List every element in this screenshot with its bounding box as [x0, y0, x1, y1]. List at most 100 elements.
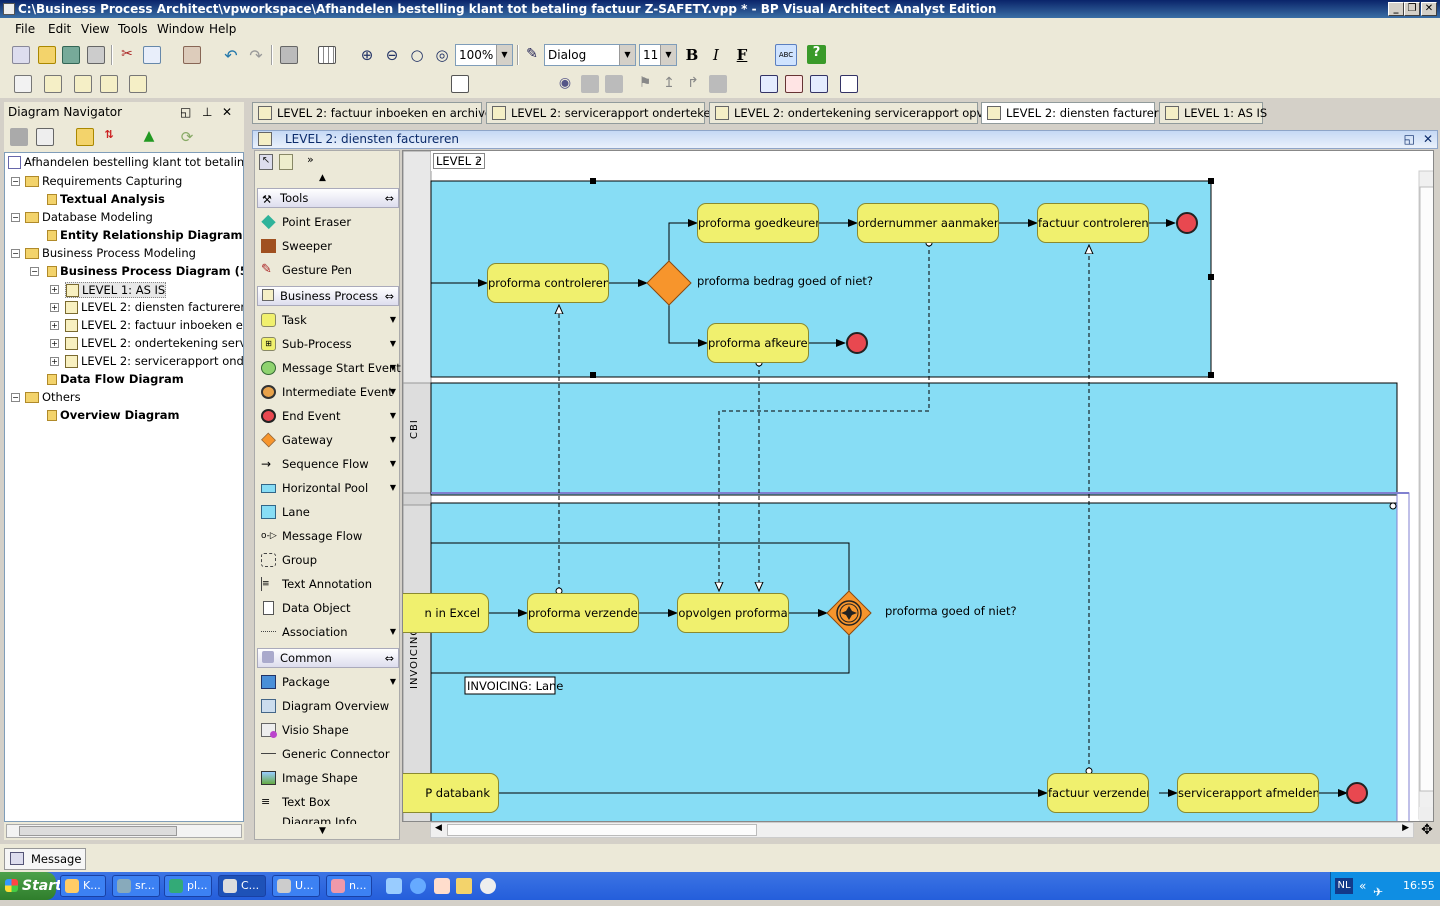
- font-select[interactable]: Dialog ▼: [544, 44, 636, 66]
- tab-servicerapport-ondertekenen[interactable]: LEVEL 2: servicerapport ondertekenen: [486, 102, 732, 124]
- task-databank[interactable]: P databank: [403, 773, 499, 813]
- palette-sequence-flow[interactable]: → Sequence Flow ▼: [255, 452, 399, 476]
- task-factuur-verzenden[interactable]: factuur verzenden: [1047, 773, 1149, 813]
- task-proforma-afkeuren[interactable]: proforma afkeuren: [707, 323, 809, 363]
- start-button[interactable]: Start: [0, 872, 62, 900]
- tree-item[interactable]: Data Flow Diagram: [47, 372, 184, 386]
- zoom-select[interactable]: 100% ▼: [455, 44, 513, 66]
- palette-task[interactable]: Task ▼: [255, 308, 399, 332]
- palette-package[interactable]: Package ▼: [255, 670, 399, 694]
- task-servicerapport-afmelden[interactable]: servicerapport afmelden: [1177, 773, 1319, 813]
- sort-icon[interactable]: ⇅: [100, 128, 118, 146]
- pin-icon[interactable]: ⊥: [202, 102, 212, 122]
- palette-sweeper[interactable]: Sweeper: [255, 234, 399, 258]
- print-icon[interactable]: [87, 46, 105, 64]
- undo-icon[interactable]: ↶: [222, 46, 240, 65]
- palette-lane[interactable]: Lane: [255, 500, 399, 524]
- palette-visio-shape[interactable]: Visio Shape: [255, 718, 399, 742]
- close-diagram-icon[interactable]: ✕: [1423, 131, 1433, 148]
- navigator-hscrollbar[interactable]: [6, 824, 242, 838]
- diagram-icon[interactable]: [44, 75, 62, 93]
- search-icon[interactable]: ⌕: [476, 156, 481, 166]
- italic-button[interactable]: I: [707, 46, 725, 64]
- task-factuur-controleren[interactable]: factuur controleren: [1037, 203, 1149, 243]
- task-proforma-goedkeuren[interactable]: proforma goedkeuren: [697, 203, 819, 243]
- task-proforma-verzenden[interactable]: proforma verzenden: [527, 593, 639, 633]
- menu-help[interactable]: Help: [209, 22, 236, 36]
- tree-item[interactable]: LEVEL 2: diensten factureren: [65, 300, 243, 314]
- tree-item[interactable]: Database Modeling: [25, 210, 153, 224]
- copy-icon[interactable]: [143, 46, 161, 64]
- minimize-button[interactable]: _: [1388, 2, 1404, 16]
- palette-diagram-info[interactable]: Diagram Info: [255, 814, 399, 824]
- tree-item[interactable]: Business Process Modeling: [25, 246, 196, 260]
- restore-icon[interactable]: ◱: [1404, 131, 1415, 148]
- scroll-down-icon[interactable]: ▼: [319, 826, 326, 836]
- layout-icon[interactable]: [451, 75, 469, 93]
- help-button[interactable]: ?: [807, 45, 826, 64]
- format-painter-icon[interactable]: ✎: [523, 46, 541, 64]
- taskbar-item[interactable]: U...: [272, 875, 320, 897]
- diagram-canvas[interactable]: LEVEL 2 ⌕ CBI INVOICING proforma goedkeu…: [402, 150, 1434, 822]
- palette-text-annotation[interactable]: ≡ Text Annotation: [255, 572, 399, 596]
- task-opvolgen-proforma[interactable]: opvolgen proforma: [677, 593, 789, 633]
- message-tab[interactable]: Message: [4, 848, 86, 870]
- palette-point-eraser[interactable]: Point Eraser: [255, 210, 399, 234]
- report-icon[interactable]: [14, 75, 32, 93]
- taskbar-item[interactable]: pl...: [164, 875, 212, 897]
- task-proforma-controleren[interactable]: proforma controleren: [487, 263, 609, 303]
- palette-group[interactable]: Group: [255, 548, 399, 572]
- export-icon[interactable]: [810, 75, 828, 93]
- close-button[interactable]: ✕: [1421, 2, 1437, 16]
- language-indicator[interactable]: NL: [1335, 878, 1353, 894]
- taskbar-item-active[interactable]: C...: [218, 875, 266, 897]
- palette-message-flow[interactable]: o-▷ Message Flow: [255, 524, 399, 548]
- palette-image-shape[interactable]: Image Shape: [255, 766, 399, 790]
- menu-view[interactable]: View: [81, 22, 109, 36]
- palette-data-object[interactable]: Data Object: [255, 596, 399, 620]
- palette-message-start-event[interactable]: Message Start Event ▼: [255, 356, 401, 380]
- tab-diensten-factureren[interactable]: LEVEL 2: diensten factureren: [981, 102, 1173, 124]
- taskbar-item[interactable]: n...: [326, 875, 372, 897]
- palette-gateway[interactable]: Gateway ▼: [255, 428, 399, 452]
- move-icon[interactable]: ✥: [1418, 822, 1436, 838]
- diagram3-icon[interactable]: [100, 75, 118, 93]
- menu-tools[interactable]: Tools: [118, 22, 148, 36]
- select-tool-icon[interactable]: ↖: [259, 154, 273, 170]
- palette-text-box[interactable]: ≡ Text Box: [255, 790, 399, 814]
- flag-icon[interactable]: ⚑: [636, 75, 654, 93]
- float-icon[interactable]: ◱: [180, 102, 191, 122]
- network-icon[interactable]: ✈: [1373, 878, 1383, 906]
- tree-item[interactable]: LEVEL 2: ondertekening servicerapport op…: [65, 336, 243, 350]
- end-event[interactable]: [1176, 212, 1198, 234]
- validate-icon[interactable]: [785, 75, 803, 93]
- scroll-up-icon[interactable]: ▲: [319, 173, 326, 183]
- arrow-branch-icon[interactable]: ↱: [684, 75, 702, 93]
- arrow-up-icon[interactable]: ↥: [660, 75, 678, 93]
- diagram4-icon[interactable]: [129, 75, 147, 93]
- palette-sub-process[interactable]: ⊞ Sub-Process ▼: [255, 332, 399, 356]
- menu-window[interactable]: Window: [157, 22, 204, 36]
- more-icon[interactable]: »: [307, 153, 314, 166]
- bold-button[interactable]: B: [683, 46, 701, 64]
- collapse-icon[interactable]: [10, 128, 28, 146]
- palette-horizontal-pool[interactable]: Horizontal Pool ▼: [255, 476, 399, 500]
- close-panel-icon[interactable]: ✕: [222, 102, 232, 122]
- font-color-button[interactable]: F: [733, 46, 751, 64]
- tree-item[interactable]: Requirements Capturing: [25, 174, 182, 188]
- quicklaunch-icon[interactable]: [386, 878, 402, 894]
- tab-ondertekening-opvolgen[interactable]: LEVEL 2: ondertekening servicerapport op…: [709, 102, 1015, 124]
- browser-icon[interactable]: [410, 878, 426, 894]
- paste-icon[interactable]: [183, 46, 201, 64]
- menu-file[interactable]: File: [15, 22, 35, 36]
- spellcheck-button[interactable]: ABC: [775, 44, 797, 66]
- align-icon[interactable]: [280, 46, 298, 64]
- tree-item[interactable]: Business Process Diagram (5): [47, 264, 243, 278]
- tree-item-selected[interactable]: LEVEL 1: AS IS: [65, 282, 167, 298]
- zoom-fit-icon[interactable]: ○: [408, 46, 426, 64]
- canvas-hscrollbar[interactable]: ◀ ▶: [430, 822, 1414, 838]
- lock-icon[interactable]: [279, 154, 293, 170]
- cut-icon[interactable]: ✂: [118, 46, 136, 64]
- tree-item[interactable]: Overview Diagram: [47, 408, 180, 422]
- view-icon[interactable]: [36, 128, 54, 146]
